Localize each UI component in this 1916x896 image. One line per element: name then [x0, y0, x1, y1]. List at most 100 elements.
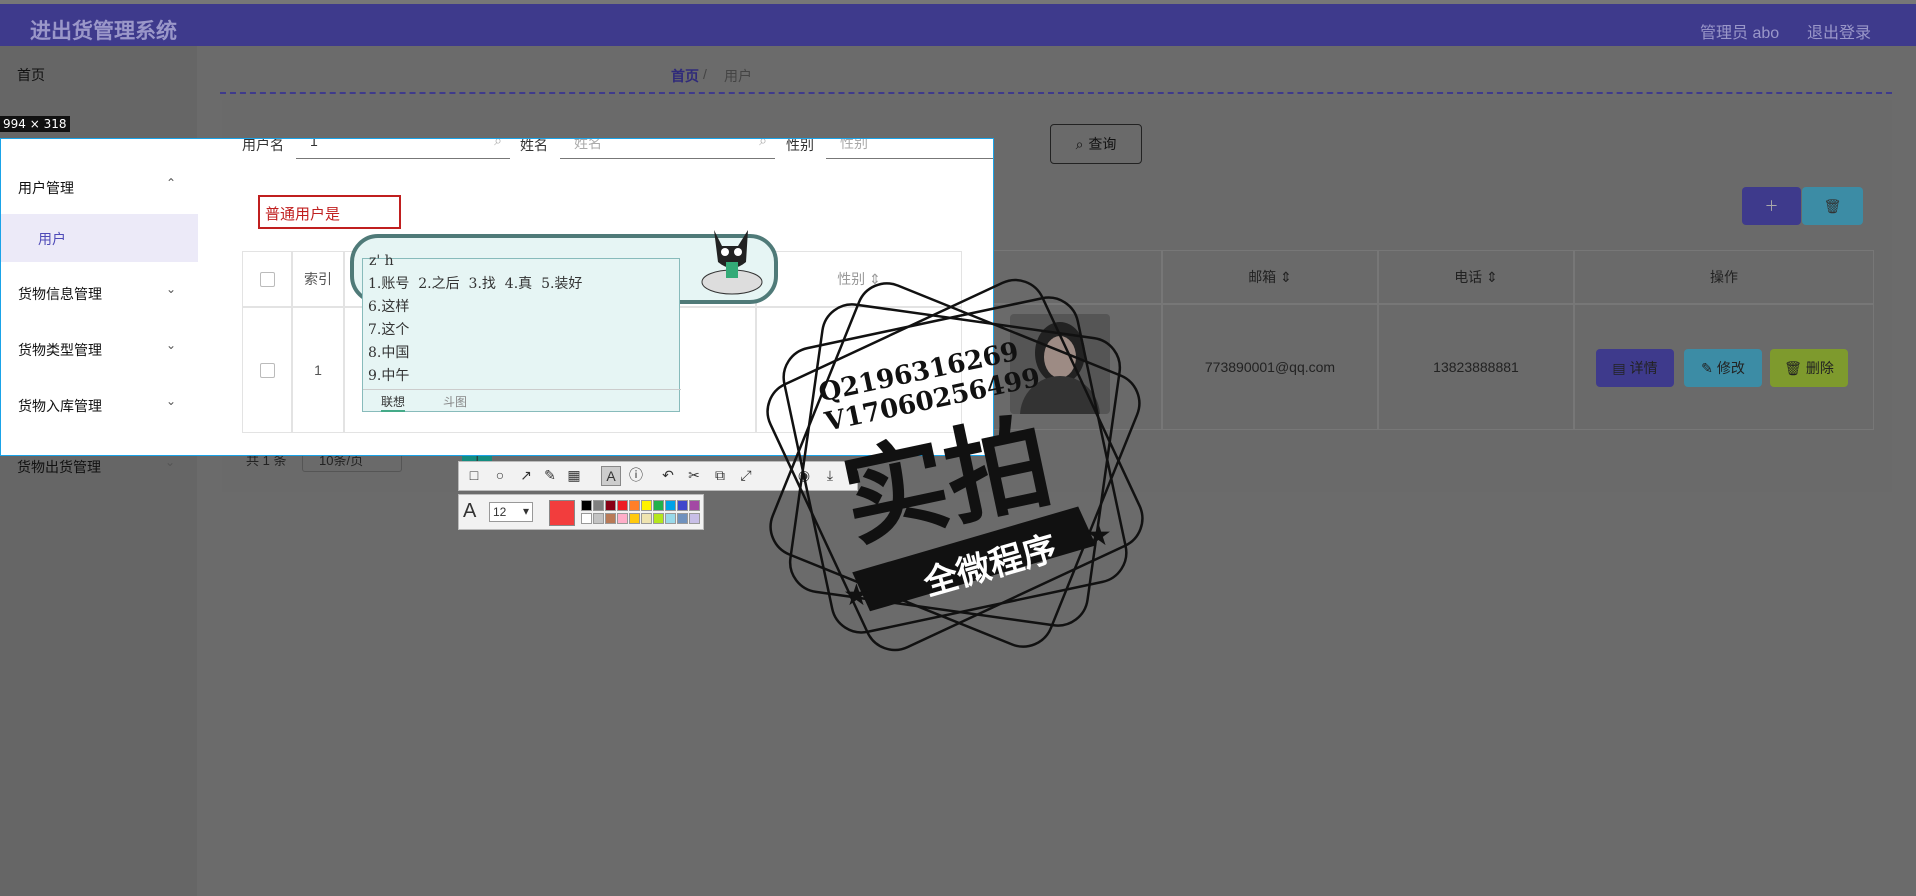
logout-link[interactable]: 退出登录 — [1807, 19, 1871, 43]
gender-input[interactable]: 性别 — [826, 139, 993, 159]
sidebar-item-outbound[interactable]: 货物出货管理 ⌄ — [0, 452, 197, 480]
info-icon[interactable]: ⓘ — [627, 466, 645, 484]
copy-icon[interactable]: ⧉ — [711, 466, 729, 484]
arrow-icon[interactable]: ↗ — [517, 466, 535, 484]
sidebar-item-goods-inbound[interactable]: 货物入库管理 ⌄ — [1, 391, 198, 419]
divider — [220, 92, 1892, 94]
row-checkbox-cell — [242, 307, 292, 433]
name-input[interactable]: 姓名 ⌕ — [560, 138, 775, 159]
add-button[interactable]: ＋ — [1742, 187, 1801, 225]
font-icon: A — [463, 500, 477, 522]
ime-candidate[interactable]: 8.中国 — [368, 342, 409, 362]
pencil-icon[interactable]: ✎ — [541, 466, 559, 484]
username-input[interactable]: 1 ⌕ — [296, 138, 510, 159]
search-icon: ⌕ — [494, 138, 502, 148]
chevron-down-icon: ⌄ — [166, 282, 177, 296]
color-swatch[interactable] — [641, 513, 652, 524]
admin-label[interactable]: 管理员 abo — [1700, 19, 1779, 43]
circle-icon[interactable]: ○ — [491, 466, 509, 484]
color-swatch[interactable] — [677, 500, 688, 511]
ime-candidate[interactable]: 9.中午 — [368, 365, 409, 385]
color-swatch[interactable] — [665, 500, 676, 511]
header-actions: 操作 — [1574, 250, 1874, 304]
trash-icon: 🗑 — [1823, 197, 1842, 214]
breadcrumb-home[interactable]: 首页 — [671, 66, 699, 86]
ime-candidate[interactable]: 2.之后 — [418, 276, 459, 292]
ime-candidate[interactable]: 3.找 — [469, 276, 496, 292]
ime-candidate-row: 1.账号 2.之后 3.找 4.真 5.装好 — [368, 273, 582, 293]
batch-delete-button[interactable]: 🗑 — [1802, 187, 1863, 225]
sidebar-item-goods-info[interactable]: 货物信息管理 ⌄ — [1, 279, 198, 307]
selected-color-swatch[interactable] — [549, 500, 575, 526]
text-tool-icon[interactable]: A — [601, 466, 621, 486]
color-swatch[interactable] — [629, 500, 640, 511]
ime-candidate[interactable]: 7.这个 — [368, 319, 409, 339]
ime-candidate[interactable]: 6.这样 — [368, 296, 409, 316]
color-swatch[interactable] — [689, 500, 700, 511]
color-swatch[interactable] — [629, 513, 640, 524]
chevron-down-icon: ⌄ — [165, 455, 176, 469]
mosaic-icon[interactable]: ▦ — [565, 466, 583, 484]
select-all-checkbox[interactable] — [259, 271, 275, 287]
color-swatch[interactable] — [641, 500, 652, 511]
watermark-stamp: Q2196316269 V17060256499 实拍 全微程序 ★ ★ — [766, 278, 1144, 652]
rectangle-icon[interactable]: □ — [465, 466, 483, 484]
color-swatch[interactable] — [617, 500, 628, 511]
sort-icon: ⇕ — [1486, 268, 1498, 285]
undo-icon[interactable]: ↶ — [659, 466, 677, 484]
ime-candidate-panel: z' h 1.账号 2.之后 3.找 4.真 5.装好 6.这样 7.这个 8.… — [362, 253, 681, 412]
edit-button[interactable]: ✎ 修改 — [1684, 349, 1762, 387]
breadcrumb-sep: / — [703, 66, 707, 82]
color-swatch[interactable] — [605, 513, 616, 524]
header-checkbox-cell — [242, 251, 292, 307]
row-checkbox[interactable] — [259, 362, 275, 378]
chevron-up-icon: ⌃ — [166, 176, 177, 190]
color-swatch[interactable] — [617, 513, 628, 524]
sidebar-item-user[interactable]: 用户 — [1, 214, 198, 262]
ime-input: z' h — [369, 253, 394, 269]
header-index: 索引 — [292, 251, 344, 307]
ime-candidate[interactable]: 4.真 — [505, 276, 532, 292]
scissors-icon[interactable]: ✂ — [685, 466, 703, 484]
search-icon: ⌕ — [759, 138, 767, 148]
color-swatch[interactable] — [653, 513, 664, 524]
detail-button[interactable]: ▤ 详情 — [1596, 349, 1674, 387]
gender-label: 性别 — [786, 138, 814, 153]
sidebar-item-user-mgmt[interactable]: 用户管理 ⌃ — [1, 173, 198, 201]
color-swatch[interactable] — [665, 513, 676, 524]
color-swatch[interactable] — [653, 500, 664, 511]
breadcrumb-current: 用户 — [724, 68, 752, 84]
cell-email: 773890001@qq.com — [1162, 304, 1378, 430]
sidebar-item-home[interactable]: 首页 — [0, 60, 197, 88]
color-swatch[interactable] — [581, 513, 592, 524]
header-email[interactable]: 邮箱 ⇕ — [1162, 250, 1378, 304]
text-options-toolbar: A 12 ▾ — [458, 494, 704, 530]
delete-button[interactable]: 🗑 删除 — [1770, 349, 1848, 387]
color-swatch[interactable] — [593, 500, 604, 511]
color-swatch[interactable] — [677, 513, 688, 524]
chevron-down-icon: ⌄ — [166, 338, 177, 352]
plus-icon: ＋ — [1764, 198, 1779, 214]
color-swatch[interactable] — [581, 500, 592, 511]
ime-tab-association[interactable]: 联想 — [381, 393, 406, 412]
chevron-down-icon: ⌄ — [166, 394, 177, 408]
sidebar-item-goods-type[interactable]: 货物类型管理 ⌄ — [1, 335, 198, 363]
ime-tab-sticker[interactable]: 斗图 — [443, 393, 467, 410]
annotation-textbox[interactable]: 普通用户是 — [258, 195, 401, 229]
sort-icon: ⇕ — [1280, 268, 1292, 285]
color-swatch[interactable] — [605, 500, 616, 511]
query-button[interactable]: ⌕ 查询 — [1050, 124, 1142, 164]
header-phone[interactable]: 电话 ⇕ — [1378, 250, 1574, 304]
selection-size-badge: 994 × 318 — [0, 116, 70, 132]
header-bar: 进出货管理系统 管理员 abo 退出登录 — [0, 4, 1916, 46]
star-icon: ★ — [843, 579, 870, 612]
cell-index: 1 — [292, 307, 344, 433]
color-swatch[interactable] — [689, 513, 700, 524]
color-swatch[interactable] — [593, 513, 604, 524]
font-size-select[interactable]: 12 ▾ — [489, 502, 533, 522]
ime-candidate[interactable]: 5.装好 — [541, 276, 582, 292]
ime-candidate[interactable]: 1.账号 — [368, 276, 409, 292]
name-label: 姓名 — [520, 138, 548, 153]
username-label: 用户名 — [242, 138, 284, 153]
document-icon: ▤ — [1612, 359, 1626, 376]
